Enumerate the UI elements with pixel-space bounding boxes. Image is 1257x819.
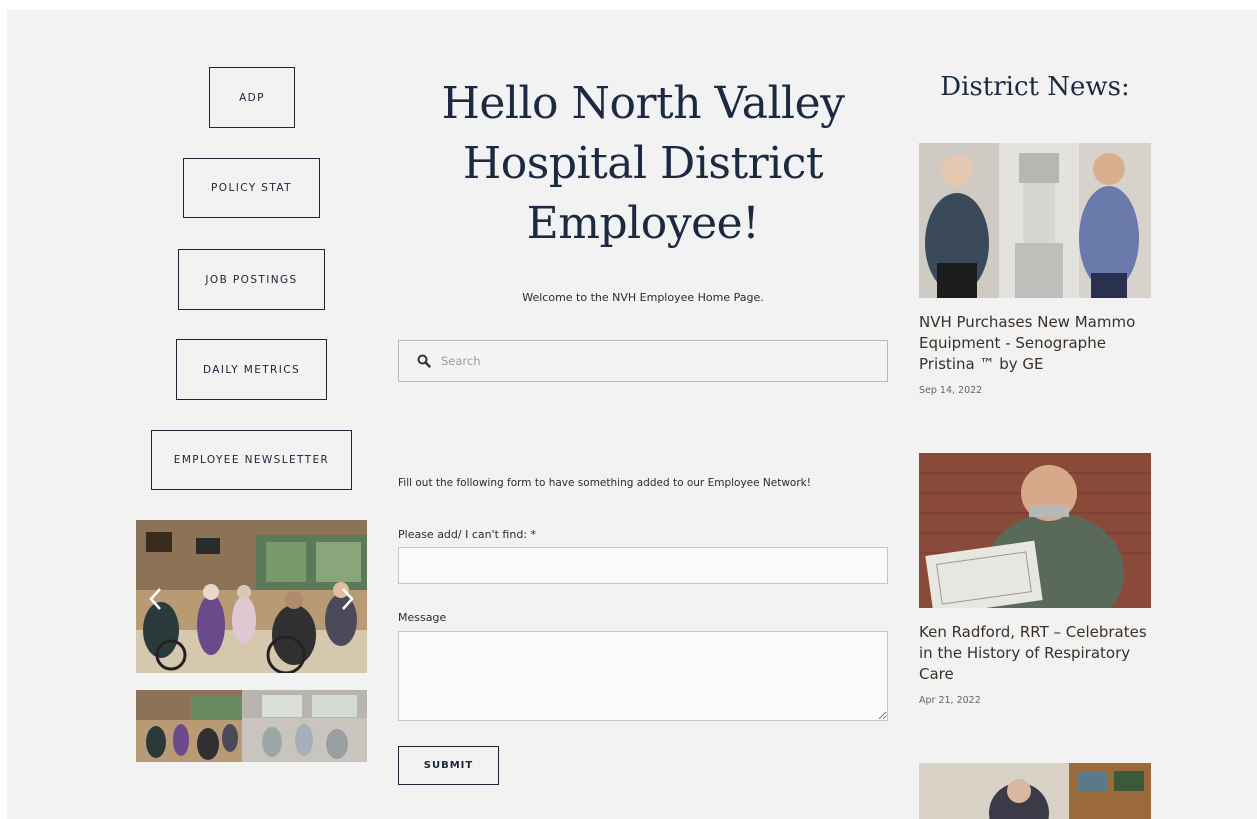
employee-newsletter-button[interactable]: EMPLOYEE NEWSLETTER [151,430,352,490]
page: ADP POLICY STAT JOB POSTINGS DAILY METRI… [7,10,1257,819]
district-news-heading: District News: [940,72,1130,102]
slideshow-photo [136,520,367,673]
news-photo [919,763,1151,819]
news-date-mammo: Sep 14, 2022 [919,385,983,396]
news-image-radford[interactable] [919,453,1151,608]
thumbnail-photo [242,690,367,762]
message-textarea[interactable] [398,631,888,721]
policy-stat-button[interactable]: POLICY STAT [183,158,320,218]
form-intro-text: Fill out the following form to have some… [398,477,811,489]
photo-slideshow[interactable] [136,520,367,673]
search-bar[interactable] [398,340,888,382]
chevron-left-icon [149,588,161,610]
please-add-input[interactable] [398,547,888,584]
search-icon [417,354,431,368]
welcome-text: Welcome to the NVH Employee Home Page. [522,291,764,304]
thumbnail-2[interactable] [242,690,367,762]
job-postings-button[interactable]: JOB POSTINGS [178,249,325,310]
message-label: Message [398,611,447,624]
search-input[interactable] [439,353,863,369]
next-slide-button[interactable] [337,586,357,612]
news-photo [919,453,1151,608]
page-title: Hello North Valley Hospital District Emp… [441,78,845,249]
please-add-label: Please add/ I can't find: * [398,528,537,541]
daily-metrics-button[interactable]: DAILY METRICS [176,339,327,400]
news-date-radford: Apr 21, 2022 [919,695,981,706]
news-photo [919,143,1151,298]
slideshow-thumbnails [136,690,367,762]
news-image-third[interactable] [919,763,1151,819]
previous-slide-button[interactable] [146,586,166,612]
chevron-right-icon [342,588,354,610]
news-title-mammo[interactable]: NVH Purchases New Mammo Equipment - Seno… [919,312,1151,375]
news-image-mammo[interactable] [919,143,1151,298]
submit-button[interactable]: SUBMIT [398,746,499,785]
news-title-radford[interactable]: Ken Radford, RRT – Celebrates in the His… [919,622,1151,685]
thumbnail-1[interactable] [136,690,242,762]
adp-button[interactable]: ADP [209,67,295,128]
thumbnail-photo [136,690,242,762]
